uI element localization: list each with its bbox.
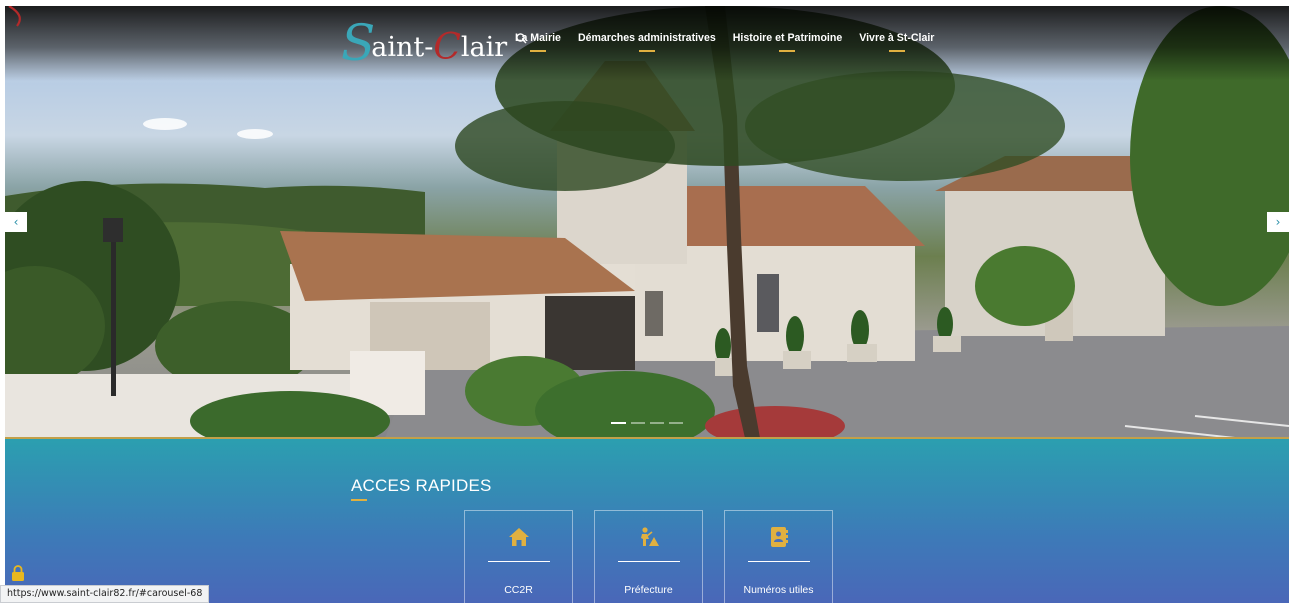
nav-item-histoire[interactable]: Histoire et Patrimoine bbox=[732, 32, 843, 52]
nav-item-underline bbox=[638, 50, 655, 52]
quick-card-label: Préfecture bbox=[624, 584, 673, 596]
nav-item-demarches[interactable]: Démarches administratives bbox=[577, 32, 716, 52]
quick-card-numeros-utiles[interactable]: Numéros utiles bbox=[724, 510, 833, 603]
quick-card-cc2r[interactable]: CC2R bbox=[464, 510, 573, 603]
nav-item-label: Démarches administratives bbox=[577, 32, 716, 44]
carousel-prev-button[interactable]: ‹ bbox=[5, 212, 27, 232]
address-book-icon bbox=[770, 527, 788, 547]
browser-status-url: https://www.saint-clair82.fr/#carousel-6… bbox=[0, 585, 210, 603]
carousel-indicator[interactable] bbox=[669, 422, 683, 424]
logo-first-letter: S bbox=[341, 14, 376, 72]
nav-item-vivre[interactable]: Vivre à St-Clair bbox=[859, 32, 935, 52]
nav-item-label: Histoire et Patrimoine bbox=[732, 32, 843, 44]
road-worker-icon bbox=[640, 527, 659, 546]
nav-item-label: Vivre à St-Clair bbox=[859, 32, 935, 44]
card-separator bbox=[618, 561, 680, 562]
carousel-indicator[interactable] bbox=[631, 422, 645, 424]
logo-second-letter: C bbox=[433, 27, 461, 68]
search-icon[interactable] bbox=[515, 32, 529, 46]
carousel-indicator[interactable] bbox=[650, 422, 664, 424]
carousel-next-button[interactable]: › bbox=[1267, 212, 1289, 232]
hero-carousel: S aint- C lair La Mairie Démarches admin… bbox=[5, 6, 1289, 438]
main-nav: La Mairie Démarches administratives Hist… bbox=[515, 32, 951, 52]
logo-text-rest: lair bbox=[460, 32, 508, 63]
card-separator bbox=[488, 561, 550, 562]
site-logo[interactable]: S aint- C lair bbox=[341, 14, 507, 68]
quick-access-title-underline bbox=[351, 499, 367, 501]
quick-card-label: Numéros utiles bbox=[743, 584, 814, 596]
quick-access-section: ACCES RAPIDES CC2R Préfecture Numéros ut… bbox=[5, 439, 1289, 603]
nav-item-underline bbox=[888, 50, 905, 52]
quick-card-label: CC2R bbox=[504, 584, 533, 596]
nav-item-underline bbox=[779, 50, 796, 52]
home-icon bbox=[508, 528, 529, 546]
lock-icon[interactable] bbox=[11, 565, 25, 581]
quick-card-prefecture[interactable]: Préfecture bbox=[594, 510, 703, 603]
nav-item-underline bbox=[529, 50, 546, 52]
page: S aint- C lair La Mairie Démarches admin… bbox=[5, 6, 1289, 603]
card-separator bbox=[748, 561, 810, 562]
quick-access-title: ACCES RAPIDES bbox=[351, 476, 492, 495]
logo-text-middle: aint- bbox=[371, 32, 434, 63]
carousel-indicators bbox=[611, 422, 688, 424]
logo-flourish-icon bbox=[8, 6, 21, 27]
carousel-indicator[interactable] bbox=[611, 422, 626, 424]
